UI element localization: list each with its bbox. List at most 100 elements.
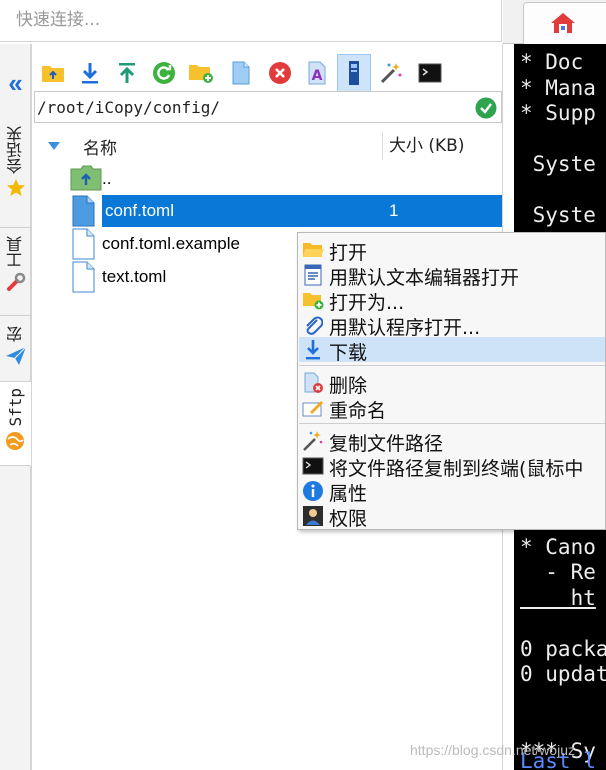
menu-item-label: 权限 bbox=[329, 508, 368, 530]
download-icon bbox=[306, 340, 320, 360]
info-icon bbox=[303, 481, 323, 501]
file-name: .. bbox=[102, 169, 112, 188]
menu-item-properties[interactable]: 属性 bbox=[299, 478, 605, 505]
menu-item-label: 删除 bbox=[329, 375, 368, 397]
terminal-line: Syste bbox=[520, 203, 596, 227]
menu-item-open-default-program[interactable]: 用默认程序打开... bbox=[299, 312, 605, 339]
terminal-link[interactable]: ht bbox=[520, 586, 596, 610]
side-tab-macros[interactable]: 宏 bbox=[0, 316, 31, 382]
file-name: conf.toml.example bbox=[102, 234, 240, 253]
menu-item-label: 属性 bbox=[329, 483, 368, 505]
path-bar bbox=[34, 91, 502, 123]
file-size: 1 bbox=[389, 201, 399, 220]
collapse-sidebar-icon[interactable]: « bbox=[0, 68, 31, 98]
new-file-icon bbox=[232, 61, 250, 85]
sort-arrow-icon[interactable] bbox=[48, 142, 60, 150]
toggle-view-icon bbox=[349, 61, 359, 85]
star-icon bbox=[6, 179, 25, 196]
download-icon bbox=[82, 63, 98, 84]
terminal-icon bbox=[418, 63, 442, 83]
terminal-line: * Mana bbox=[520, 75, 596, 100]
side-tab-bar: « 会话夹 工具 宏 Sftp bbox=[0, 44, 31, 770]
file-row[interactable]: .. bbox=[32, 163, 502, 195]
menu-item-label: 用默认程序打开... bbox=[329, 317, 481, 339]
file-row-selected[interactable]: conf.toml 1 bbox=[32, 195, 502, 227]
paper-plane-icon bbox=[5, 346, 26, 365]
refresh-button[interactable] bbox=[147, 54, 181, 92]
open-terminal-button[interactable] bbox=[413, 54, 447, 92]
menu-item-open-text-editor[interactable]: 用默认文本编辑器打开 bbox=[299, 262, 605, 289]
menu-item-open[interactable]: 打开 bbox=[299, 237, 605, 264]
terminal-line: * Doc bbox=[520, 50, 584, 74]
file-icon bbox=[72, 261, 95, 293]
terminal-line: - Re bbox=[520, 560, 596, 584]
quick-connect-bar bbox=[0, 0, 502, 42]
parent-folder-button[interactable] bbox=[36, 54, 70, 92]
path-input[interactable] bbox=[35, 92, 465, 122]
new-folder-icon bbox=[189, 65, 213, 83]
toggle-view-button[interactable] bbox=[337, 54, 371, 92]
menu-item-delete[interactable]: 删除 bbox=[299, 370, 605, 397]
menu-separator bbox=[299, 365, 605, 366]
menu-item-label: 打开为... bbox=[329, 292, 405, 314]
svg-text:A: A bbox=[312, 68, 323, 84]
menu-item-label: 下载 bbox=[329, 342, 368, 364]
delete-icon bbox=[269, 62, 291, 84]
magic-wand-icon bbox=[303, 431, 323, 451]
permissions-icon bbox=[303, 506, 323, 526]
menu-item-label: 用默认文本编辑器打开 bbox=[329, 267, 520, 289]
terminal-icon bbox=[302, 457, 324, 475]
magic-wand-button[interactable] bbox=[374, 54, 408, 92]
terminal-line: Syste bbox=[520, 152, 596, 176]
column-size[interactable]: 大小 (KB) bbox=[382, 132, 464, 160]
side-tab-sessions[interactable]: 会话夹 bbox=[0, 118, 31, 228]
menu-item-permissions[interactable]: 权限 bbox=[299, 503, 605, 530]
rename-file-icon: A bbox=[308, 61, 326, 85]
parent-folder-icon bbox=[70, 165, 102, 191]
quick-connect-input[interactable] bbox=[0, 0, 501, 40]
download-button[interactable] bbox=[73, 54, 107, 92]
context-menu: 打开 用默认文本编辑器打开 打开为... 用默认程序打开... 下载 删除 重命… bbox=[297, 232, 606, 530]
new-file-button[interactable] bbox=[224, 54, 258, 92]
terminal-tab-strip bbox=[503, 0, 606, 44]
file-list-header: 名称 大小 (KB) bbox=[32, 132, 502, 160]
home-icon bbox=[551, 13, 575, 33]
new-folder-button[interactable] bbox=[184, 54, 218, 92]
menu-item-copy-path[interactable]: 复制文件路径 bbox=[299, 428, 605, 455]
upload-icon bbox=[119, 63, 135, 83]
side-tab-sftp[interactable]: Sftp bbox=[0, 382, 31, 466]
rename-icon bbox=[302, 401, 323, 417]
terminal-line: * Cano bbox=[520, 534, 596, 559]
file-icon bbox=[72, 195, 95, 227]
menu-item-open-as[interactable]: 打开为... bbox=[299, 287, 605, 314]
upload-button[interactable] bbox=[110, 54, 144, 92]
menu-item-rename[interactable]: 重命名 bbox=[299, 395, 605, 422]
menu-item-label: 复制文件路径 bbox=[329, 433, 444, 455]
terminal-line: 0 updat bbox=[520, 662, 606, 686]
side-tab-label: 工具 bbox=[5, 236, 25, 268]
delete-button[interactable] bbox=[263, 54, 297, 92]
side-tab-label: Sftp bbox=[5, 388, 25, 427]
folder-add-icon bbox=[303, 293, 324, 310]
refresh-icon bbox=[153, 62, 175, 84]
path-ok-icon[interactable] bbox=[475, 97, 497, 119]
watermark: https://blog.csdn.net/wojuz bbox=[410, 742, 575, 758]
sftp-toolbar: A bbox=[32, 48, 502, 96]
side-tab-tools[interactable]: 工具 bbox=[0, 228, 31, 316]
side-tab-label: 宏 bbox=[5, 326, 25, 342]
rename-button[interactable]: A bbox=[300, 54, 334, 92]
home-tab[interactable] bbox=[523, 2, 606, 44]
menu-separator bbox=[299, 423, 605, 424]
text-editor-icon bbox=[304, 264, 322, 286]
side-tab-label: 会话夹 bbox=[5, 126, 25, 174]
column-name[interactable]: 名称 bbox=[83, 134, 117, 159]
tools-icon bbox=[6, 272, 25, 291]
menu-item-copy-path-to-terminal[interactable]: 将文件路径复制到终端(鼠标中 bbox=[299, 453, 605, 480]
paperclip-icon bbox=[306, 316, 323, 335]
sftp-globe-icon bbox=[6, 431, 24, 450]
magic-wand-icon bbox=[380, 63, 402, 84]
file-name: conf.toml bbox=[105, 201, 174, 220]
menu-item-label: 打开 bbox=[329, 242, 368, 264]
delete-file-icon bbox=[304, 372, 323, 393]
menu-item-download[interactable]: 下载 bbox=[299, 337, 605, 364]
